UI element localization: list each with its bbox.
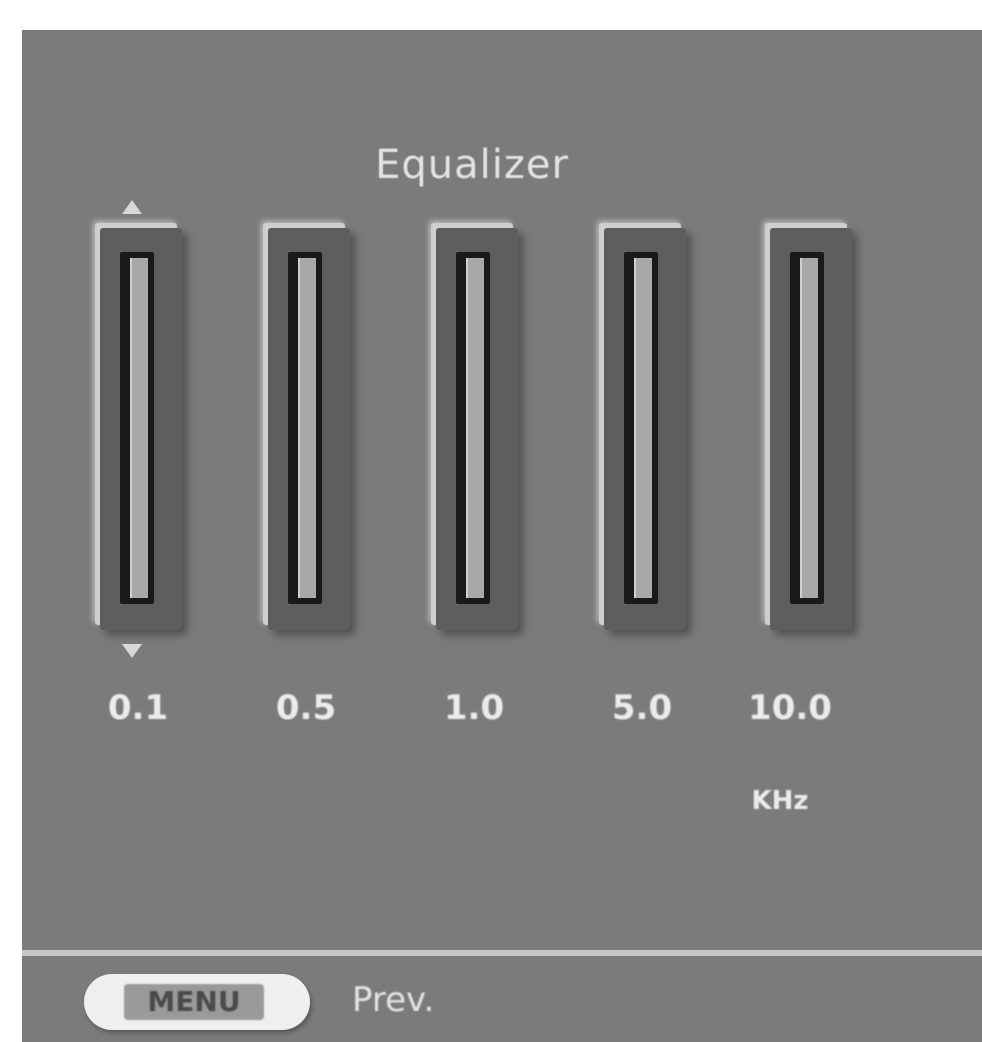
page-title: Equalizer xyxy=(375,142,569,188)
slider-level xyxy=(800,258,818,598)
slider-level xyxy=(130,258,148,598)
eq-slider-band-5[interactable] xyxy=(770,228,852,630)
arrow-up-icon xyxy=(122,200,142,214)
footer-divider xyxy=(22,950,982,956)
menu-button-label: MENU xyxy=(124,984,264,1020)
band-label-2: 0.5 xyxy=(275,688,337,728)
band-label-1: 0.1 xyxy=(107,688,169,728)
slider-level xyxy=(298,258,316,598)
band-label-5: 10.0 xyxy=(748,688,832,728)
eq-slider-band-3[interactable] xyxy=(436,228,518,630)
eq-slider-band-4[interactable] xyxy=(604,228,686,630)
slider-track xyxy=(790,252,824,604)
equalizer-screen: Equalizer 0.1 0.5 1.0 5.0 10.0 KHz MENU … xyxy=(22,30,982,1042)
unit-label: KHz xyxy=(751,786,809,816)
arrow-down-icon xyxy=(122,644,142,658)
slider-level xyxy=(634,258,652,598)
menu-button[interactable]: MENU xyxy=(84,974,310,1030)
slider-track xyxy=(624,252,658,604)
slider-track xyxy=(120,252,154,604)
prev-action-label: Prev. xyxy=(352,980,435,1020)
band-label-4: 5.0 xyxy=(611,688,673,728)
band-label-3: 1.0 xyxy=(443,688,505,728)
eq-slider-band-1[interactable] xyxy=(100,228,182,630)
slider-level xyxy=(466,258,484,598)
slider-track xyxy=(288,252,322,604)
eq-slider-band-2[interactable] xyxy=(268,228,350,630)
slider-track xyxy=(456,252,490,604)
